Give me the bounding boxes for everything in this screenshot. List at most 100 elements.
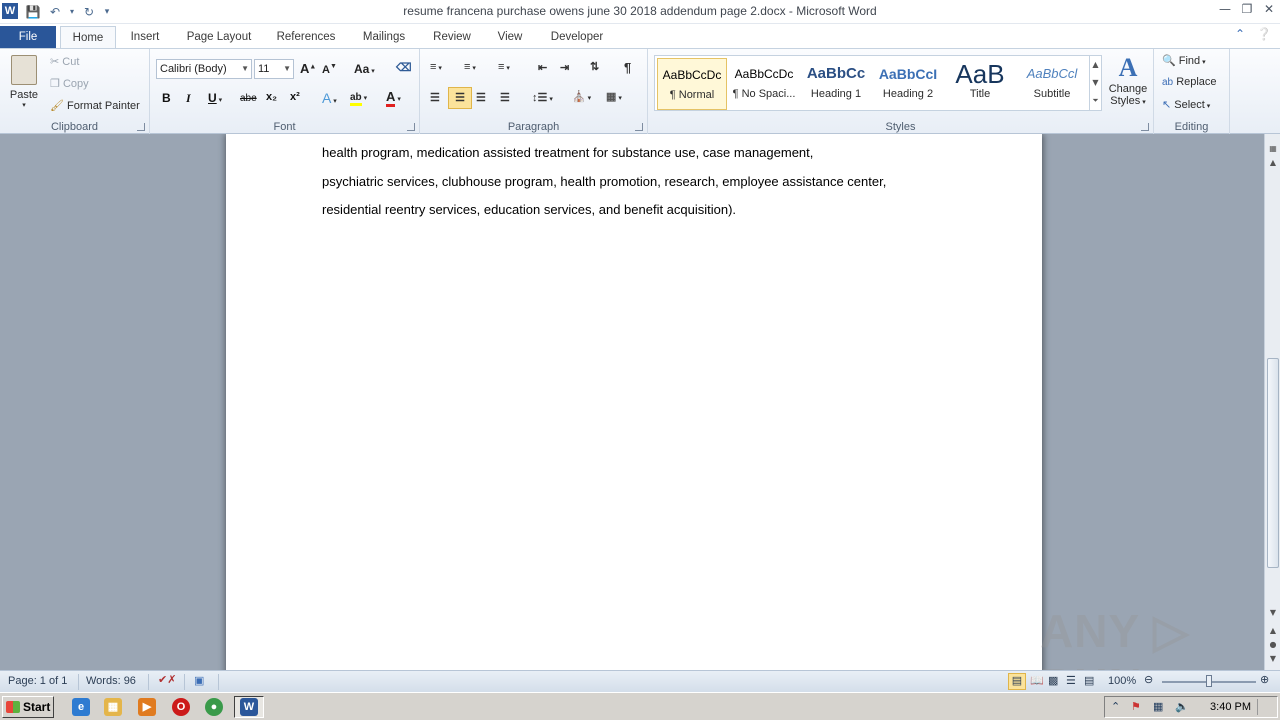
font-size-dropdown-icon[interactable]: ▼ [283,60,291,78]
select-browse-object-icon[interactable]: ● [1265,638,1280,652]
change-case-button[interactable]: Aa ▾ [354,62,375,76]
gallery-more-icon[interactable]: ⏷ [1090,92,1101,110]
volume-icon[interactable]: 🔈 [1175,700,1189,713]
outline-view-icon[interactable]: ☰ [1066,674,1076,687]
show-hide-button[interactable]: ¶ [624,60,631,75]
minimize-icon[interactable]: — [1218,2,1232,16]
styles-launcher-icon[interactable] [1141,123,1149,131]
start-button[interactable]: Start [2,696,54,718]
clear-formatting-button[interactable]: ⌫ [396,61,412,74]
shading-button[interactable]: ⛪ ▾ [572,90,591,103]
paste-button[interactable]: Paste ▾ [6,53,42,115]
internet-explorer-icon[interactable]: e [72,698,90,716]
justify-button[interactable]: ☰ [500,91,510,104]
strikethrough-button[interactable]: abe [240,92,257,104]
clipboard-launcher-icon[interactable] [137,123,145,131]
borders-button[interactable]: ▦ ▾ [606,90,622,103]
find-button[interactable]: 🔍 Find ▾ [1162,54,1206,67]
style-subtitle[interactable]: AaBbCcl Subtitle [1017,58,1087,110]
bullets-button[interactable]: ≡ ▾ [430,61,442,73]
gallery-up-icon[interactable]: ▲ [1090,56,1101,74]
scroll-up-icon[interactable]: ▲ [1265,156,1280,170]
zoom-out-icon[interactable]: ⊖ [1144,673,1153,686]
format-painter-button[interactable]: 🖌 Format Painter [50,99,140,112]
scroll-down-icon[interactable]: ▼ [1265,606,1280,620]
highlight-button[interactable]: ab ▾ [350,91,367,106]
tab-developer[interactable]: Developer [542,26,612,48]
font-color-button[interactable]: A ▾ [386,90,401,107]
web-layout-icon[interactable]: ▩ [1048,674,1058,687]
folder-icon[interactable]: ▦ [104,698,122,716]
tray-expand-icon[interactable]: ⌃ [1111,700,1120,713]
tab-references[interactable]: References [270,26,342,48]
italic-button[interactable]: I [186,91,191,106]
paragraph-launcher-icon[interactable] [635,123,643,131]
draft-view-icon[interactable]: ▤ [1084,674,1094,687]
copy-button[interactable]: ❐ Copy [50,77,89,90]
vertical-scrollbar[interactable]: ▦ ▲ ▼ ▲ ● ▼ [1264,134,1280,670]
tab-insert[interactable]: Insert [122,26,168,48]
full-screen-reading-icon[interactable]: 📖 [1030,674,1044,687]
select-button[interactable]: ↖ Select ▾ [1162,98,1210,111]
close-icon[interactable]: ✕ [1262,2,1276,16]
tab-page-layout[interactable]: Page Layout [180,26,258,48]
media-player-icon[interactable]: ▶ [138,698,156,716]
superscript-button[interactable]: x² [290,91,300,103]
tab-file[interactable]: File [0,26,56,48]
subscript-button[interactable]: x₂ [266,91,277,103]
print-layout-view-icon[interactable]: ▤ [1008,673,1026,690]
gallery-down-icon[interactable]: ▼ [1090,74,1101,92]
opera-icon[interactable]: O [172,698,190,716]
tab-review[interactable]: Review [426,26,478,48]
tab-home[interactable]: Home [60,26,116,48]
scroll-thumb[interactable] [1267,358,1279,568]
font-size-combo[interactable]: 11 ▼ [254,59,294,79]
multilevel-list-button[interactable]: ≡ ▾ [498,61,510,73]
taskbar-clock[interactable]: 3:40 PM [1210,701,1251,713]
document-area[interactable]: health program, medication assisted trea… [0,134,1264,670]
proofing-errors-icon[interactable]: ✔✗ [158,673,176,686]
align-left-button[interactable]: ☰ [430,91,440,104]
show-desktop-button[interactable] [1257,699,1271,715]
font-name-combo[interactable]: Calibri (Body) ▼ [156,59,252,79]
cut-button[interactable]: ✂ Cut [50,55,79,68]
word-count[interactable]: Words: 96 [86,675,136,687]
tab-view[interactable]: View [490,26,530,48]
align-right-button[interactable]: ☰ [476,91,486,104]
font-name-dropdown-icon[interactable]: ▼ [241,60,249,78]
action-center-icon[interactable]: ⚑ [1131,700,1141,713]
style-normal[interactable]: AaBbCcDc ¶ Normal [657,58,727,110]
style-heading-2[interactable]: AaBbCcI Heading 2 [873,58,943,110]
shrink-font-button[interactable]: A▼ [322,63,337,76]
tab-mailings[interactable]: Mailings [354,26,414,48]
style-no-spacing[interactable]: AaBbCcDc ¶ No Spaci... [729,58,799,110]
chrome-icon[interactable]: ● [205,698,223,716]
page-count[interactable]: Page: 1 of 1 [8,675,67,687]
increase-indent-button[interactable]: ⇥ [560,61,569,74]
next-page-icon[interactable]: ▼ [1265,652,1280,666]
underline-button[interactable]: U ▾ [208,91,222,105]
bold-button[interactable]: B [162,91,171,105]
document-page[interactable]: health program, medication assisted trea… [226,134,1042,670]
numbering-button[interactable]: ≡ ▾ [464,61,476,73]
ruler-toggle-icon[interactable]: ▦ [1265,142,1280,156]
change-styles-button[interactable]: A Change Styles ▾ [1106,53,1150,115]
zoom-level[interactable]: 100% [1108,675,1136,687]
restore-icon[interactable]: ❐ [1240,2,1254,16]
help-icon[interactable]: ❔ [1256,27,1272,43]
decrease-indent-button[interactable]: ⇤ [538,61,547,74]
text-effects-button[interactable]: A ▾ [322,90,337,106]
style-title[interactable]: AaB Title [945,58,1015,110]
font-launcher-icon[interactable] [407,123,415,131]
line-spacing-button[interactable]: ↕☰ ▾ [532,91,553,104]
replace-button[interactable]: ab Replace [1162,76,1217,88]
styles-gallery-scroll[interactable]: ▲ ▼ ⏷ [1089,56,1101,110]
style-heading-1[interactable]: AaBbCc Heading 1 [801,58,871,110]
macro-recording-icon[interactable]: ▣ [194,674,204,687]
zoom-in-icon[interactable]: ⊕ [1260,673,1269,686]
align-center-button[interactable]: ☰ [448,87,472,109]
minimize-ribbon-icon[interactable]: ⌃ [1232,27,1248,43]
grow-font-button[interactable]: A▲ [300,61,316,76]
zoom-slider-thumb[interactable] [1206,675,1212,687]
network-icon[interactable]: ▦ [1153,700,1163,713]
